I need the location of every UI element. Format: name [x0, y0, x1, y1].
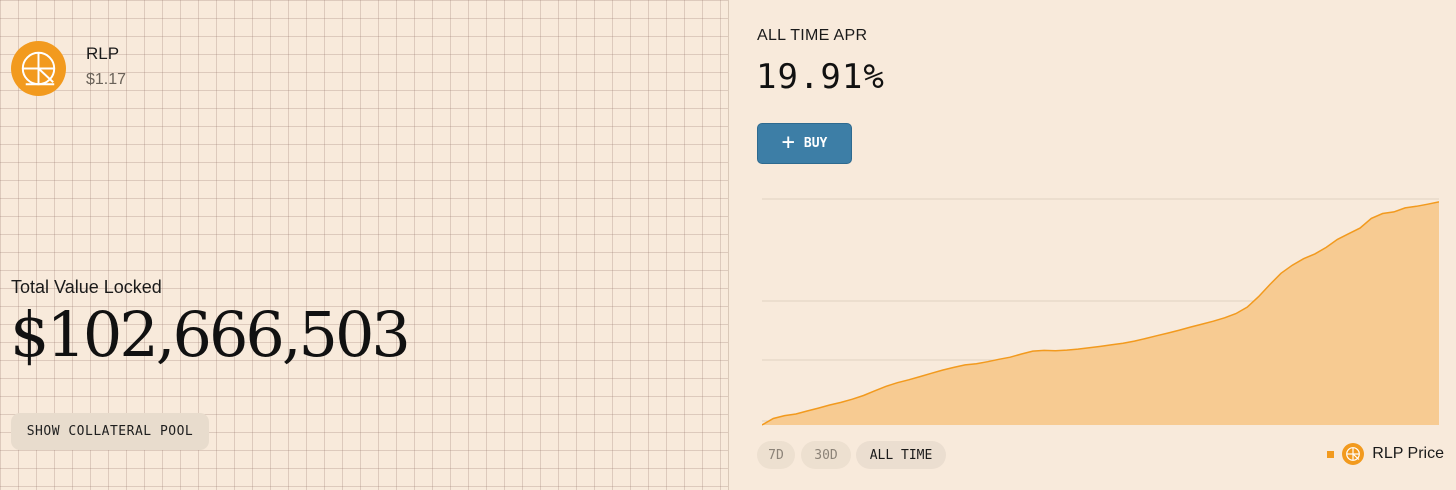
plus-icon: + [781, 129, 795, 155]
buy-button[interactable]: + BUY [757, 123, 852, 164]
price-area [762, 201, 1439, 425]
rlp-logo-icon [11, 41, 66, 96]
apr-panel: ALL TIME APR 19.91% + BUY 7D 30D ALL TIM… [729, 0, 1456, 490]
buy-label: BUY [803, 136, 828, 151]
apr-value: 19.91% [756, 57, 885, 97]
token-price: $1.17 [86, 71, 127, 88]
rlp-logo-icon [1342, 443, 1365, 465]
token-panel: RLP $1.17 Total Value Locked $102,666,50… [0, 0, 729, 490]
token-name: RLP [86, 44, 120, 63]
tvl-label: Total Value Locked [11, 277, 162, 297]
price-chart [762, 198, 1439, 426]
show-collateral-pool-button[interactable]: SHOW COLLATERAL POOL [11, 413, 209, 450]
legend-label: RLP Price [1372, 445, 1444, 462]
chart-legend: RLP Price [1327, 443, 1444, 465]
range-all-time-button[interactable]: ALL TIME [856, 441, 946, 469]
range-30d-button[interactable]: 30D [801, 441, 851, 469]
range-7d-button[interactable]: 7D [757, 441, 795, 469]
legend-swatch [1327, 450, 1335, 458]
apr-label: ALL TIME APR [757, 27, 868, 44]
tvl-value: $102,666,503 [10, 298, 411, 371]
